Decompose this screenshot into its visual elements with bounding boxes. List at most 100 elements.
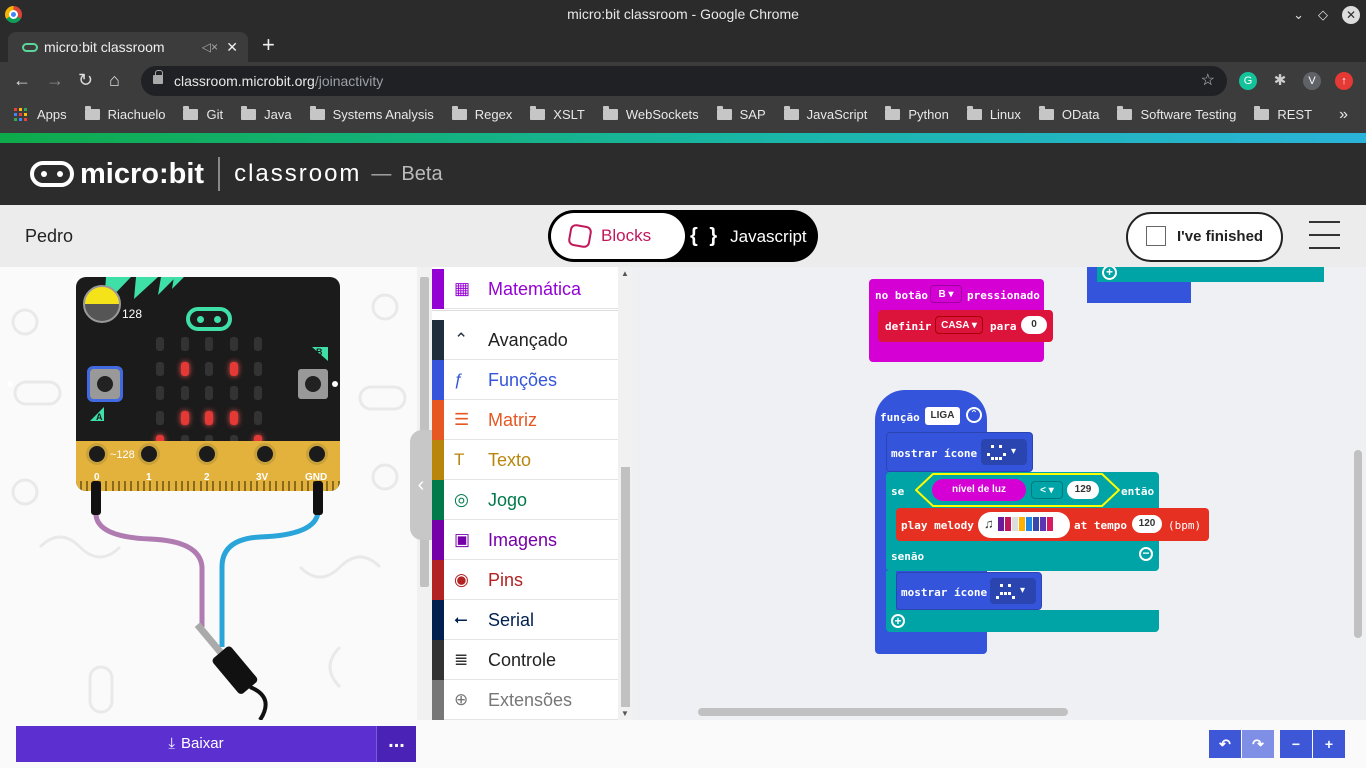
forward-icon[interactable]: → [46,62,64,99]
at-tempo-label: at tempo [1074,519,1127,532]
to-label: para [990,320,1017,333]
download-button[interactable]: ⤓ Baixar [16,726,376,762]
more-options-button[interactable]: ... [376,726,416,762]
light-level-sensor[interactable]: nível de luz [932,479,1026,501]
toolbox-category-8[interactable]: ⭠ Serial [432,600,618,640]
window-title: micro:bit classroom - Google Chrome [567,6,799,22]
finished-button[interactable]: I've finished [1126,212,1283,262]
bookmark-item[interactable]: OData [1038,106,1100,122]
bookmark-item[interactable]: Software Testing [1117,106,1237,122]
bookmark-item[interactable]: Java [241,106,292,122]
variable-dropdown[interactable]: CASA ▾ [935,316,983,334]
workspace-horizontal-scrollbar[interactable] [698,708,1068,716]
finished-label: I've finished [1177,228,1264,245]
collapse-up-icon[interactable]: ⌃ [966,407,982,423]
target-icon: ◉ [454,570,469,589]
button-dropdown[interactable]: B ▾ [930,285,962,303]
browser-tab[interactable]: micro:bit classroom ◁× ✕ [8,32,248,62]
update-icon[interactable]: ↑ [1335,72,1353,90]
bookmark-item[interactable]: XSLT [530,106,585,122]
category-label: Texto [488,450,532,470]
toolbox-category-7[interactable]: ◉ Pins [432,560,618,600]
toolbox-category-10[interactable]: ⊕ Extensões [432,680,618,720]
then-label: então [1121,485,1155,498]
bookmark-item[interactable]: Systems Analysis [309,106,434,122]
beta-badge: Beta [401,162,443,185]
blocks-mode-button[interactable]: Blocks [551,213,685,259]
address-bar[interactable]: classroom.microbit.org/joinactivity ☆ [141,66,1227,96]
extensions-puzzle-icon[interactable]: ✱ [1271,72,1289,90]
bookmark-star-icon[interactable]: ☆ [1201,66,1215,96]
workspace-vertical-scrollbar[interactable] [1354,450,1362,638]
toolbox-scrollbar[interactable]: ▲ ▼ [618,267,633,720]
folder-icon [183,106,199,120]
bookmarks-overflow-icon[interactable]: » [1339,106,1348,124]
zoom-in-button[interactable]: + [1313,730,1345,758]
toolbox-category-9[interactable]: ≣ Controle [432,640,618,680]
bookmark-item[interactable]: JavaScript [783,106,868,122]
bookmark-label: WebSockets [625,107,699,122]
profile-avatar[interactable]: V [1303,72,1321,90]
back-icon[interactable]: ← [13,62,31,99]
category-label: Serial [488,610,535,630]
zoom-out-button[interactable]: − [1280,730,1312,758]
apps-shortcut[interactable]: Apps [14,107,67,122]
bookmark-item[interactable]: WebSockets [602,106,699,122]
section-name: classroom [234,160,362,187]
toolbox-category-1[interactable]: ⌃ Avançado [432,320,618,360]
add-branch-icon-2[interactable]: + [891,614,905,628]
bookmark-item[interactable]: REST [1254,106,1313,122]
toolbox-category-2[interactable]: ƒ Funções [432,360,618,400]
bookmark-item[interactable]: Python [885,106,949,122]
tempo-field[interactable]: 120 [1132,515,1162,533]
reload-icon[interactable]: ↻ [78,62,93,99]
bottom-toolbar: ⤓ Baixar ... ↶ ↷ − + [0,720,1366,768]
bookmark-label: Git [206,107,224,122]
blocks-workspace[interactable]: + no botão B ▾ pressionado definir CASA … [633,267,1366,720]
operator-dropdown[interactable]: < ▾ [1031,481,1063,499]
bookmark-item[interactable]: SAP [716,106,766,122]
brand-name: micro:bit [80,157,205,190]
bookmark-label: Software Testing [1140,107,1237,122]
speaker-muted-icon[interactable]: ◁× [202,32,218,62]
menu-hamburger-icon[interactable] [1309,221,1340,260]
microbit-logo[interactable]: micro:bit classroom — Beta [30,157,443,191]
student-name: Pedro [25,226,74,246]
toolbox-category-5[interactable]: ◎ Jogo [432,480,618,520]
bookmark-item[interactable]: Regex [451,106,512,122]
minimize-icon[interactable]: ⌄ [1293,0,1304,29]
list-icon: ☰ [454,410,470,429]
bookmark-label: REST [1277,107,1313,122]
bookmark-item[interactable]: Git [183,106,224,122]
bookmark-item[interactable]: Linux [966,106,1021,122]
compare-value-field[interactable]: 129 [1067,481,1099,499]
collapse-simulator-button[interactable]: ‹ [410,430,432,540]
function-name-field[interactable]: LIGA [925,407,960,425]
toolbox-category-4[interactable]: T Texto [432,440,618,480]
toolbox-category-3[interactable]: ☰ Matriz [432,400,618,440]
show-icon-label: mostrar ícone [891,447,978,460]
redo-button[interactable]: ↷ [1242,730,1274,758]
undo-button[interactable]: ↶ [1209,730,1241,758]
close-tab-icon[interactable]: ✕ [226,32,238,62]
remove-branch-icon[interactable]: − [1139,547,1153,561]
toolbox-category-0[interactable]: ▦ Matemática [432,269,618,309]
function-icon: ƒ [454,370,464,389]
pressed-label: pressionado [967,289,1040,302]
bookmark-item[interactable]: Riachuelo [84,106,165,122]
new-tab-button[interactable]: + [262,31,275,59]
maximize-icon[interactable]: ◇ [1318,0,1328,29]
bookmark-label: OData [1061,107,1100,122]
javascript-mode-button[interactable]: { } Javascript [690,210,807,262]
bookmark-label: JavaScript [806,107,868,122]
grammarly-icon[interactable]: G [1239,72,1257,90]
category-label: Imagens [488,530,558,550]
melody-editor-field[interactable]: ♫ [978,512,1070,538]
folder-icon [885,106,901,120]
set-value-field[interactable]: 0 [1021,316,1047,334]
home-icon[interactable]: ⌂ [109,62,120,99]
toolbox-category-6[interactable]: ▣ Imagens [432,520,618,560]
chevron-left-icon: ‹ [417,474,425,496]
close-window-icon[interactable]: ✕ [1342,5,1360,24]
folder-icon [309,106,325,120]
